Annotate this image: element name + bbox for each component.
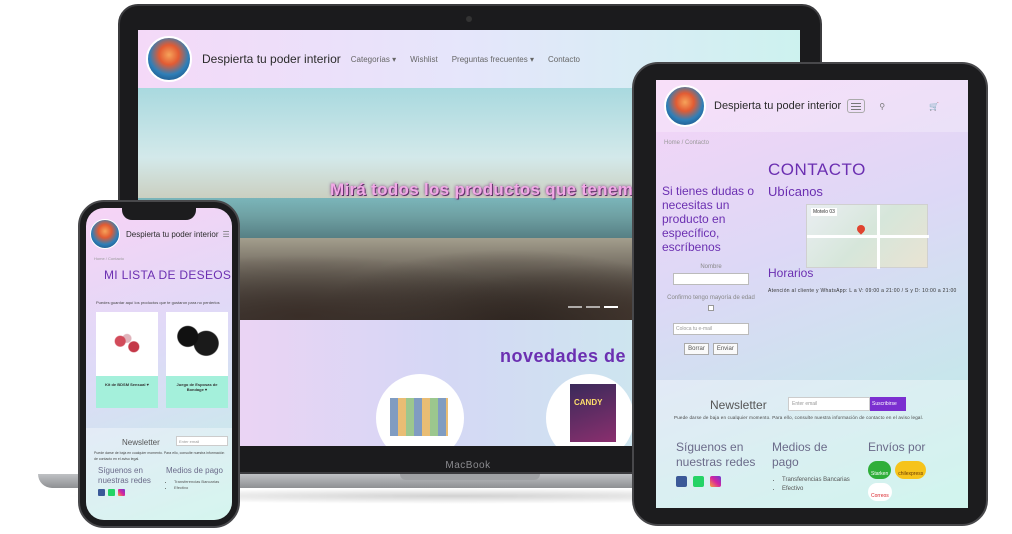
map-pin-icon — [855, 223, 867, 235]
payment-title: Medios de pago — [772, 440, 828, 469]
correos-logo: Correos — [868, 483, 892, 501]
tablet-screen: Despierta tu poder interior ⚲ 🛒 Home / C… — [656, 80, 968, 508]
newsletter-title: Newsletter — [710, 398, 767, 412]
wishlist-note: Puedes guardar aquí los productos que te… — [96, 300, 220, 305]
payment-list: Transferencias Bancarias Efectivo — [772, 476, 852, 494]
payment-list: Transferencias Bancarias Efectivo — [166, 479, 226, 491]
shipping-title: Envíos por — [868, 440, 926, 454]
wishlist-card[interactable]: Kit de BDSM Sensual ♥ — [96, 312, 158, 408]
age-label: Confirmo tengo mayoría de edad — [667, 295, 755, 301]
site-brand[interactable]: Despierta tu poder interior — [126, 230, 219, 239]
cart-icon[interactable]: 🛒 — [929, 102, 939, 111]
email-field[interactable]: Coloca tu e-mail — [673, 323, 749, 335]
payment-column: Medios de pago Transferencias Bancarias … — [166, 466, 226, 491]
phone-notch — [122, 206, 196, 220]
footer: Newsletter Enter email Suscribirse Puede… — [656, 380, 968, 508]
map-road — [877, 205, 880, 269]
product-thumb-cards[interactable] — [376, 374, 464, 446]
product-image — [110, 330, 144, 358]
shipping-column: Envíos por Starken chilexpress Correos — [868, 440, 958, 503]
nav-contacto[interactable]: Contacto — [548, 55, 580, 64]
hamburger-menu-icon[interactable] — [847, 99, 866, 113]
newsletter-email-input[interactable]: Enter email — [176, 436, 228, 446]
site-brand[interactable]: Despierta tu poder interior — [714, 100, 841, 112]
instagram-icon[interactable] — [118, 489, 125, 496]
age-checkbox[interactable] — [708, 305, 714, 311]
chilexpress-logo: chilexpress — [895, 461, 927, 479]
unsubscribe-note: Puede darse de baja en cualquier momento… — [674, 415, 924, 420]
name-field[interactable] — [673, 273, 749, 285]
site-logo[interactable] — [146, 36, 192, 82]
laptop-menu: Categorías ▾ Wishlist Preguntas frecuent… — [351, 55, 594, 64]
location-map[interactable]: Motelo 03 — [806, 204, 929, 269]
laptop-brand-label: MacBook — [445, 460, 491, 471]
product-thumb-candy[interactable]: CANDY — [546, 374, 634, 446]
newsletter-title: Newsletter — [122, 438, 160, 447]
hamburger-menu-icon[interactable]: ☰ — [223, 230, 230, 239]
clear-button[interactable]: Borrar — [684, 343, 709, 355]
payment-title: Medios de pago — [166, 466, 223, 475]
map-label: Motelo 03 — [811, 208, 837, 216]
mockup-stage: Despierta tu poder interior Categorías ▾… — [0, 0, 1012, 534]
payment-column: Medios de pago Transferencias Bancarias … — [772, 440, 852, 494]
unsubscribe-note: Puede darse de baja en cualquier momento… — [94, 451, 225, 461]
newsletter-email-input[interactable]: Enter email — [788, 397, 870, 411]
breadcrumb[interactable]: Home / Contacto — [94, 256, 124, 261]
subscribe-button[interactable]: Suscribirse — [870, 397, 906, 411]
product-name: Juego de Esposas de Bondage ♥ — [166, 376, 228, 408]
breadcrumb[interactable]: Home / Contacto — [664, 140, 709, 146]
name-label: Nombre — [700, 264, 722, 270]
map-road — [807, 235, 929, 238]
shipping-logos: Starken chilexpress Correos — [868, 459, 958, 503]
form-buttons: Borrar Enviar — [662, 343, 760, 355]
location-title: Ubícanos — [768, 184, 823, 199]
hours-title: Horarios — [768, 266, 814, 280]
site-brand[interactable]: Despierta tu poder interior — [202, 52, 341, 66]
payment-item: Transferencias Bancarias — [782, 476, 852, 485]
nav-wishlist[interactable]: Wishlist — [410, 55, 438, 64]
news-title: novedades de — [500, 346, 627, 366]
social-column: Síguenos en nuestras redes — [676, 440, 762, 487]
carousel-indicators[interactable] — [568, 306, 622, 308]
facebook-icon[interactable] — [98, 489, 105, 496]
social-links — [676, 476, 762, 487]
facebook-icon[interactable] — [676, 476, 687, 487]
starken-logo: Starken — [868, 461, 892, 479]
instagram-icon[interactable] — [710, 476, 721, 487]
footer: Newsletter Enter email Puede darse de ba… — [86, 428, 232, 520]
payment-item: Efectivo — [174, 485, 226, 491]
social-title: Síguenos en nuestras redes — [98, 466, 151, 485]
phone-navbar: Despierta tu poder interior ☰ — [86, 214, 232, 254]
site-logo[interactable] — [664, 85, 706, 127]
tablet-navbar: Despierta tu poder interior ⚲ 🛒 — [656, 80, 968, 132]
product-image — [390, 398, 448, 436]
whatsapp-icon[interactable] — [693, 476, 704, 487]
contact-intro: Si tienes dudas o necesitas un producto … — [662, 184, 755, 254]
whatsapp-icon[interactable] — [108, 489, 115, 496]
page-title: CONTACTO — [768, 160, 866, 179]
wishlist-title: MI LISTA DE DESEOS APHRODITE ♥ — [104, 268, 232, 282]
social-column: Síguenos en nuestras redes — [98, 466, 158, 496]
nav-categorias[interactable]: Categorías ▾ — [351, 55, 396, 64]
social-title: Síguenos en nuestras redes — [676, 440, 756, 469]
product-name: Kit de BDSM Sensual ♥ — [96, 376, 158, 408]
nav-faq[interactable]: Preguntas frecuentes ▾ — [452, 55, 534, 64]
wishlist-card[interactable]: Juego de Esposas de Bondage ♥ — [166, 312, 228, 408]
social-links — [98, 489, 158, 496]
send-button[interactable]: Enviar — [712, 343, 738, 355]
product-label: CANDY — [574, 398, 603, 407]
contact-form: Si tienes dudas o necesitas un producto … — [662, 184, 760, 355]
phone-screen: Despierta tu poder interior ☰ Home / Con… — [86, 208, 232, 520]
product-image: CANDY — [570, 384, 616, 442]
site-logo[interactable] — [90, 219, 120, 249]
product-image — [174, 318, 220, 364]
hours-text: Atención al cliente y WhatsApp: L a V: 0… — [768, 288, 957, 294]
payment-item: Efectivo — [782, 485, 852, 494]
laptop-notch — [400, 474, 540, 480]
laptop-camera — [466, 16, 472, 22]
search-icon[interactable]: ⚲ — [879, 102, 885, 111]
